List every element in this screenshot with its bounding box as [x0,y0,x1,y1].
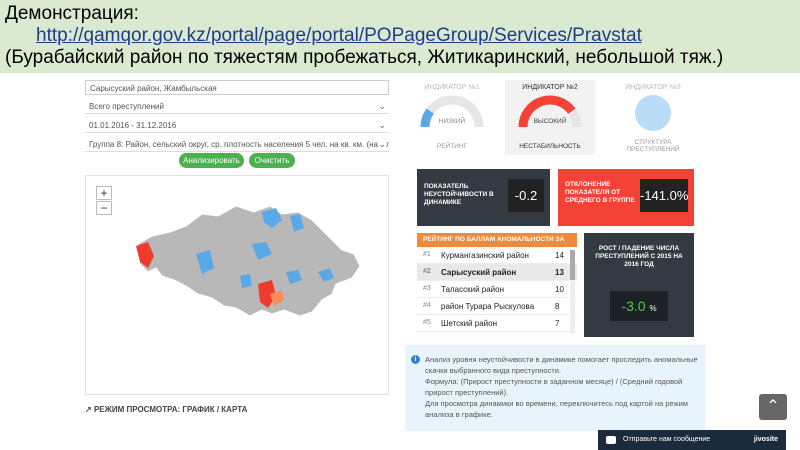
map-country-shape [137,205,361,317]
region-input[interactable]: Сарысуский район, Жамбыльская [85,80,389,95]
region-value: Сарысуский район, Жамбыльская [90,84,217,93]
zoom-out-button[interactable]: − [96,201,112,215]
scroll-top-button[interactable]: ⌃ [759,394,787,420]
indicator-2-level: ВЫСОКИЙ [534,116,567,125]
indicator-1-gauge: НИЗКИЙ [420,95,484,128]
map-region-red-west [136,242,154,268]
growth-card: РОСТ / ПАДЕНИЕ ЧИСЛА ПРЕСТУПЛЕНИЙ С 2015… [584,233,694,337]
view-mode-label: РЕЖИМ ПРОСМОТРА: ГРАФИК / КАРТА [93,405,248,414]
info-text-1: Анализ уровня неустойчивости в динамике … [425,355,698,375]
crime-type-value: Всего преступлений [89,102,164,111]
period-value: 01.01.2016 - 31.12.2016 [89,121,177,130]
indicator-2-gauge: ВЫСОКИЙ [518,95,582,128]
table-row[interactable]: #2 Сарысуский район 13 [417,264,577,281]
map-region-blue [252,242,272,260]
table-row[interactable]: #5 Шетский район 7 [417,315,577,332]
indicator-2-caption: НЕСТАБИЛЬНОСТЬ [519,143,581,150]
slide: Демонстрация: http://qamqor.gov.kz/porta… [0,0,800,450]
deviation-label: ОТКЛОНЕНИЕ ПОКАЗАТЕЛЯ ОТ СРЕДНЕГО В ГРУП… [565,181,635,204]
chevron-up-icon: ⌃ [766,398,780,415]
chat-label: Отправьте нам сообщение [623,436,711,443]
map-region-blue [290,214,304,232]
chart-icon: ↗ [85,405,92,414]
rating-scrollbar-thumb[interactable] [570,250,575,280]
instability-label: ПОКАЗАТЕЛЬ НЕУСТОЙЧИВОСТИ В ДИНАМИКЕ [424,183,494,206]
chevron-down-icon: ⌄ [378,120,386,130]
map-region-blue [318,268,334,282]
indicator-3-pie [635,95,671,131]
group-select[interactable]: Группа 8: Район, сельский округ, ср. пло… [85,137,389,152]
period-select[interactable]: 01.01.2016 - 31.12.2016 ⌄ [85,118,389,133]
kazakhstan-map[interactable]: + − [85,175,389,395]
clear-button[interactable]: Очистить [249,153,295,168]
table-row[interactable]: #4 район Турара Рыскулова 8 [417,298,577,315]
indicator-1-level: НИЗКИЙ [439,116,466,125]
growth-unit: % [649,304,657,313]
indicator-1-title: ИНДИКАТОР №1 [424,84,480,91]
info-text-2: Формула: (Прирост преступности в заданно… [425,377,683,397]
table-row[interactable]: #1 Курмангазинский район 14 [417,247,577,264]
indicator-1-gauge-fill [420,108,434,128]
indicator-3-title: ИНДИКАТОР №3 [625,84,681,91]
indicator-2[interactable]: ИНДИКАТОР №2 ВЫСОКИЙ НЕСТАБИЛЬНОСТЬ [505,80,595,155]
map-region-blue [196,250,214,274]
deviation-value: -141.0% [640,179,688,212]
demo-note: (Бурабайский район по тяжестям пробежать… [5,47,724,68]
map-svg [136,205,361,317]
map-region-blue [286,270,302,284]
rating-scrollbar[interactable] [570,250,575,334]
zoom-in-button[interactable]: + [96,186,112,200]
anomaly-rating-table: РЕЙТИНГ ПО БАЛЛАМ АНОМАЛЬНОСТИ ЗА ГОД #1… [417,233,577,337]
indicator-2-title: ИНДИКАТОР №2 [522,84,578,91]
chat-widget[interactable]: Отправьте нам сообщение jivosite [598,430,786,450]
indicator-1-caption: РЕЙТИНГ [436,143,468,150]
deviation-card: ОТКЛОНЕНИЕ ПОКАЗАТЕЛЯ ОТ СРЕДНЕГО В ГРУП… [558,169,694,226]
info-icon: i [411,355,420,364]
map-region-red-south [258,280,276,308]
map-region-orange-south [270,290,284,306]
instability-value: -0.2 [508,179,544,212]
map-region-blue [240,274,252,288]
portal-link[interactable]: http://qamqor.gov.kz/portal/page/portal/… [36,25,642,47]
chat-icon [606,436,616,444]
header-banner: Демонстрация: http://qamqor.gov.kz/porta… [0,0,800,73]
crime-type-select[interactable]: Всего преступлений ⌄ [85,99,389,114]
view-mode-toggle[interactable]: ↗ РЕЖИМ ПРОСМОТРА: ГРАФИК / КАРТА [85,405,247,414]
rating-title: РЕЙТИНГ ПО БАЛЛАМ АНОМАЛЬНОСТИ ЗА ГОД [417,233,577,257]
table-row[interactable]: #3 Таласский район 10 [417,281,577,298]
chevron-down-icon: ⌄ [378,101,386,111]
info-text-3: Для просмотра динамики во времени, перек… [425,399,688,419]
indicator-3-caption: СТРУКТУРА ПРЕСТУПЛЕНИЙ [626,139,680,153]
chevron-down-icon: ⌄ [378,139,386,150]
instability-card: ПОКАЗАТЕЛЬ НЕУСТОЙЧИВОСТИ В ДИНАМИКЕ -0.… [417,169,550,226]
group-value: Группа 8: Район, сельский округ, ср. пло… [89,140,389,149]
indicator-1[interactable]: ИНДИКАТОР №1 НИЗКИЙ РЕЙТИНГ [407,80,497,155]
analyze-button[interactable]: Анализировать [179,153,244,168]
info-panel: i Анализ уровня неустойчивости в динамик… [405,345,705,431]
growth-label: РОСТ / ПАДЕНИЕ ЧИСЛА ПРЕСТУПЛЕНИЙ С 2015… [595,245,683,268]
growth-value-box: -3.0 % [610,291,668,321]
chat-brand: jivosite [753,436,778,443]
demo-label: Демонстрация: [5,3,139,24]
map-region-blue [262,208,282,228]
indicator-3[interactable]: ИНДИКАТОР №3 СТРУКТУРА ПРЕСТУПЛЕНИЙ [608,80,698,155]
growth-value: -3.0 [621,298,646,314]
